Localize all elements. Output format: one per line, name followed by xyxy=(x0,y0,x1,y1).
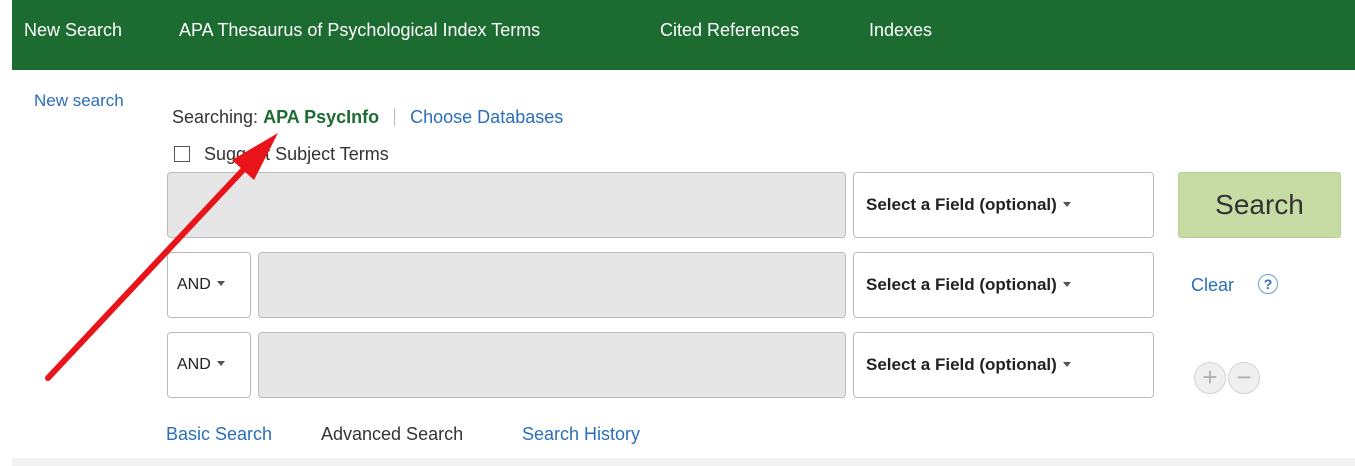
suggest-label: Suggest Subject Terms xyxy=(204,144,389,164)
new-search-link[interactable]: New search xyxy=(34,91,124,111)
searching-label: Searching: xyxy=(172,107,259,127)
database-name: APA PsycInfo xyxy=(263,107,380,127)
suggest-subject-terms[interactable]: Suggest Subject Terms xyxy=(174,144,389,165)
top-navigation-bar: New Search APA Thesaurus of Psychologica… xyxy=(12,0,1355,70)
searching-line: Searching: APA PsycInfo Choose Databases xyxy=(172,107,563,128)
field-select-2-label: Select a Field (optional) xyxy=(866,275,1057,294)
nav-new-search[interactable]: New Search xyxy=(24,20,122,41)
clear-link[interactable]: Clear xyxy=(1191,275,1234,296)
divider xyxy=(394,108,396,126)
chevron-down-icon xyxy=(1062,202,1071,207)
advanced-search-current: Advanced Search xyxy=(321,424,464,444)
footer-strip xyxy=(12,458,1355,466)
field-select-3[interactable]: Select a Field (optional) xyxy=(853,332,1154,398)
field-select-2[interactable]: Select a Field (optional) xyxy=(853,252,1154,318)
field-select-1-label: Select a Field (optional) xyxy=(866,195,1057,214)
nav-apa-thesaurus[interactable]: APA Thesaurus of Psychological Index Ter… xyxy=(179,20,540,41)
search-input-2[interactable] xyxy=(258,252,846,318)
operator-select-2[interactable]: AND xyxy=(167,252,251,318)
search-input-3[interactable] xyxy=(258,332,846,398)
field-select-1[interactable]: Select a Field (optional) xyxy=(853,172,1154,238)
search-history-link[interactable]: Search History xyxy=(522,424,640,445)
nav-cited-references[interactable]: Cited References xyxy=(660,20,799,41)
operator-select-2-label: AND xyxy=(177,276,211,293)
basic-search-link[interactable]: Basic Search xyxy=(166,424,272,445)
chevron-down-icon xyxy=(1062,362,1071,367)
nav-indexes[interactable]: Indexes xyxy=(869,20,932,41)
help-icon[interactable]: ? xyxy=(1258,274,1278,294)
chevron-down-icon xyxy=(216,361,225,366)
chevron-down-icon xyxy=(1062,282,1071,287)
chevron-down-icon xyxy=(216,281,225,286)
add-row-icon[interactable]: + xyxy=(1194,362,1226,394)
operator-select-3[interactable]: AND xyxy=(167,332,251,398)
suggest-checkbox[interactable] xyxy=(174,146,190,162)
search-input-1[interactable] xyxy=(167,172,846,238)
search-button[interactable]: Search xyxy=(1178,172,1341,238)
field-select-3-label: Select a Field (optional) xyxy=(866,355,1057,374)
operator-select-3-label: AND xyxy=(177,356,211,373)
remove-row-icon[interactable]: − xyxy=(1228,362,1260,394)
choose-databases-link[interactable]: Choose Databases xyxy=(410,107,563,127)
